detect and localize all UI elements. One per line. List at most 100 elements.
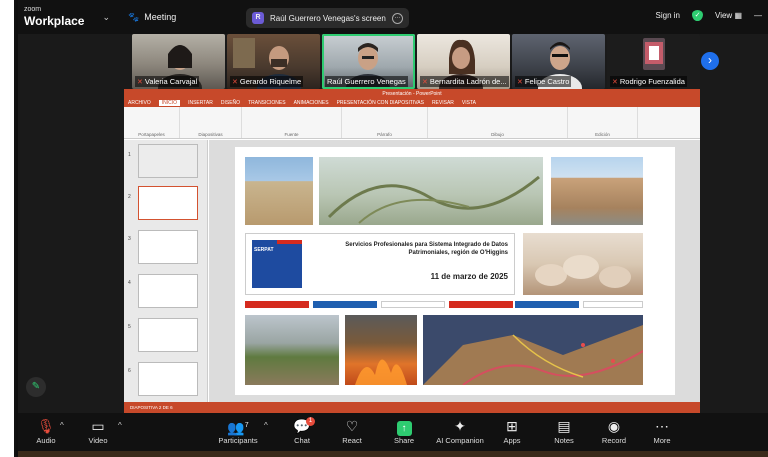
ppt-ribbon: Portapapeles Diapositivas Fuente Párrafo… <box>124 107 700 139</box>
ppt-tab[interactable]: REVISAR <box>432 100 454 106</box>
slide-number: 1 <box>128 152 131 158</box>
more-options-icon[interactable]: ··· <box>391 12 403 24</box>
notes-button[interactable]: ▤ Notes <box>536 416 592 445</box>
pottery-photo <box>523 233 643 295</box>
participants-label: Participants <box>218 436 258 445</box>
participant-name: Bernardita Ladrón de... <box>429 77 507 86</box>
ppt-title: Presentación - PowerPoint <box>382 90 442 97</box>
top-right-controls: Sign in ✓ View ▦ — <box>656 10 762 21</box>
ppt-tab[interactable]: VISTA <box>462 100 476 106</box>
ppt-titlebar: Presentación - PowerPoint <box>124 89 700 98</box>
current-slide[interactable]: SERPAT Servicios Profesionales para Sist… <box>235 147 675 395</box>
chat-button[interactable]: 💬 1 Chat <box>274 416 330 445</box>
participant-tile[interactable]: ✕ Gerardo Riquelme <box>227 34 320 89</box>
slide-thumbnails: 1 2 3 4 5 6 <box>124 140 208 402</box>
ai-companion-button[interactable]: ✦ AI Companion <box>432 416 488 445</box>
participant-name: Felipe Castro <box>524 77 570 86</box>
audio-options-chevron-icon[interactable]: ^ <box>60 421 64 430</box>
participant-tile[interactable]: ✕ Valeria Carvajal <box>132 34 225 89</box>
more-label: More <box>653 436 671 445</box>
left-margin-strip <box>0 0 16 457</box>
color-bar <box>381 301 445 308</box>
mic-off-icon: ✕ <box>612 78 618 86</box>
slide-number: 5 <box>128 324 131 330</box>
mic-off-icon: ✕ <box>517 78 523 86</box>
chat-unread-badge: 1 <box>306 417 315 426</box>
flood-photo <box>245 315 339 385</box>
video-label: Video <box>88 436 108 445</box>
apps-button[interactable]: ⊞ Apps <box>484 416 540 445</box>
zoom-workplace-logo[interactable]: zoom Workplace <box>24 6 84 29</box>
slide-date: 11 de marzo de 2025 <box>430 272 508 281</box>
meeting-label: Meeting <box>144 12 177 22</box>
mic-off-icon: ✕ <box>232 78 238 86</box>
taskbar-strip <box>18 451 768 457</box>
apps-label: Apps <box>503 436 521 445</box>
participants-button[interactable]: 👥7 Participants <box>210 416 266 445</box>
slide-title: Servicios Profesionales para Sistema Int… <box>345 242 508 256</box>
plants-photo <box>319 157 543 225</box>
slide-thumb[interactable] <box>138 144 198 178</box>
color-bar <box>313 301 377 308</box>
participants-icon: 👥7 <box>227 419 249 436</box>
slide-thumb[interactable] <box>138 318 198 352</box>
ppt-tab[interactable]: ARCHIVO <box>128 100 151 106</box>
logo-workplace-text: Workplace <box>24 13 85 28</box>
slide-thumb[interactable] <box>138 274 198 308</box>
react-button[interactable]: ♡ React <box>324 416 380 445</box>
participant-name: Valeria Carvajal <box>144 77 198 86</box>
gov-logo: SERPAT <box>252 240 302 288</box>
participants-options-chevron-icon[interactable]: ^ <box>264 421 268 430</box>
notes-label: Notes <box>554 436 574 445</box>
slide-number: 4 <box>128 280 131 286</box>
notes-icon: ▤ <box>557 418 571 434</box>
slide-number: 3 <box>128 236 131 242</box>
mic-off-icon: ✕ <box>137 78 143 86</box>
ppt-tab[interactable]: PRESENTACIÓN CON DIAPOSITIVAS <box>337 100 424 106</box>
mic-off-icon: 🎙 <box>37 418 55 434</box>
slide-thumb[interactable] <box>138 230 198 264</box>
apps-icon: ⊞ <box>506 418 518 434</box>
ppt-tab[interactable]: ANIMACIONES <box>294 100 329 106</box>
share-button[interactable]: ↑ Share <box>376 416 432 445</box>
minimize-icon[interactable]: — <box>754 11 762 20</box>
annotate-pen-icon[interactable]: ✎ <box>26 377 46 397</box>
more-button[interactable]: ⋯ More <box>634 416 690 445</box>
participant-name: Gerardo Riquelme <box>239 77 302 86</box>
ribbon-group: Portapapeles <box>124 107 180 138</box>
participant-name: Raúl Guerrero Venegas <box>327 77 406 86</box>
participant-tile[interactable]: ✕ Rodrigo Fuenzalida <box>607 34 700 89</box>
title-box: SERPAT Servicios Profesionales para Sist… <box>245 233 515 295</box>
participant-tile[interactable]: ✕ Felipe Castro <box>512 34 605 89</box>
ppt-statusbar: DIAPOSITIVA 2 DE 6 <box>124 402 700 413</box>
zoom-window: zoom Workplace ⌄ 🐾 Meeting R Raúl Guerre… <box>18 0 768 457</box>
meeting-menu[interactable]: 🐾 Meeting <box>128 12 176 23</box>
color-bar <box>245 301 309 308</box>
mic-off-icon: ✕ <box>422 78 428 86</box>
heart-icon: ♡ <box>345 418 359 434</box>
shared-screen: Presentación - PowerPoint ARCHIVO INICIO… <box>124 89 700 413</box>
ppt-tab[interactable]: INSERTAR <box>188 100 213 106</box>
slide-thumb-selected[interactable] <box>138 186 198 220</box>
audio-button[interactable]: 🎙 Audio <box>18 416 74 445</box>
chat-icon: 💬 <box>293 418 311 434</box>
video-options-chevron-icon[interactable]: ^ <box>118 421 122 430</box>
chevron-down-icon[interactable]: ⌄ <box>102 12 110 23</box>
ppt-tab[interactable]: TRANSICIONES <box>248 100 286 106</box>
participant-strip: ✕ Valeria Carvajal ✕ Gerardo Riquelme Raúl… <box>132 34 714 89</box>
logo-zoom-text: zoom <box>24 5 42 13</box>
slide-thumb[interactable] <box>138 362 198 396</box>
screen-share-pill[interactable]: R Raúl Guerrero Venegas's screen ··· <box>246 8 409 28</box>
share-icon: ↑ <box>376 416 432 436</box>
ppt-tab[interactable]: DISEÑO <box>221 100 240 106</box>
view-button[interactable]: View ▦ <box>715 11 742 20</box>
participant-tile[interactable]: ✕ Bernardita Ladrón de... <box>417 34 510 89</box>
sign-in-link[interactable]: Sign in <box>656 11 680 20</box>
participant-tile-active[interactable]: Raúl Guerrero Venegas <box>322 34 415 89</box>
color-bar <box>515 301 579 308</box>
ribbon-group: Párrafo <box>342 107 428 138</box>
security-shield-icon[interactable]: ✓ <box>692 10 704 21</box>
next-participants-button[interactable]: › <box>701 52 719 70</box>
ppt-ribbon-tabs: ARCHIVO INICIO INSERTAR DISEÑO TRANSICIO… <box>124 98 700 107</box>
ppt-tab-active[interactable]: INICIO <box>158 99 181 106</box>
